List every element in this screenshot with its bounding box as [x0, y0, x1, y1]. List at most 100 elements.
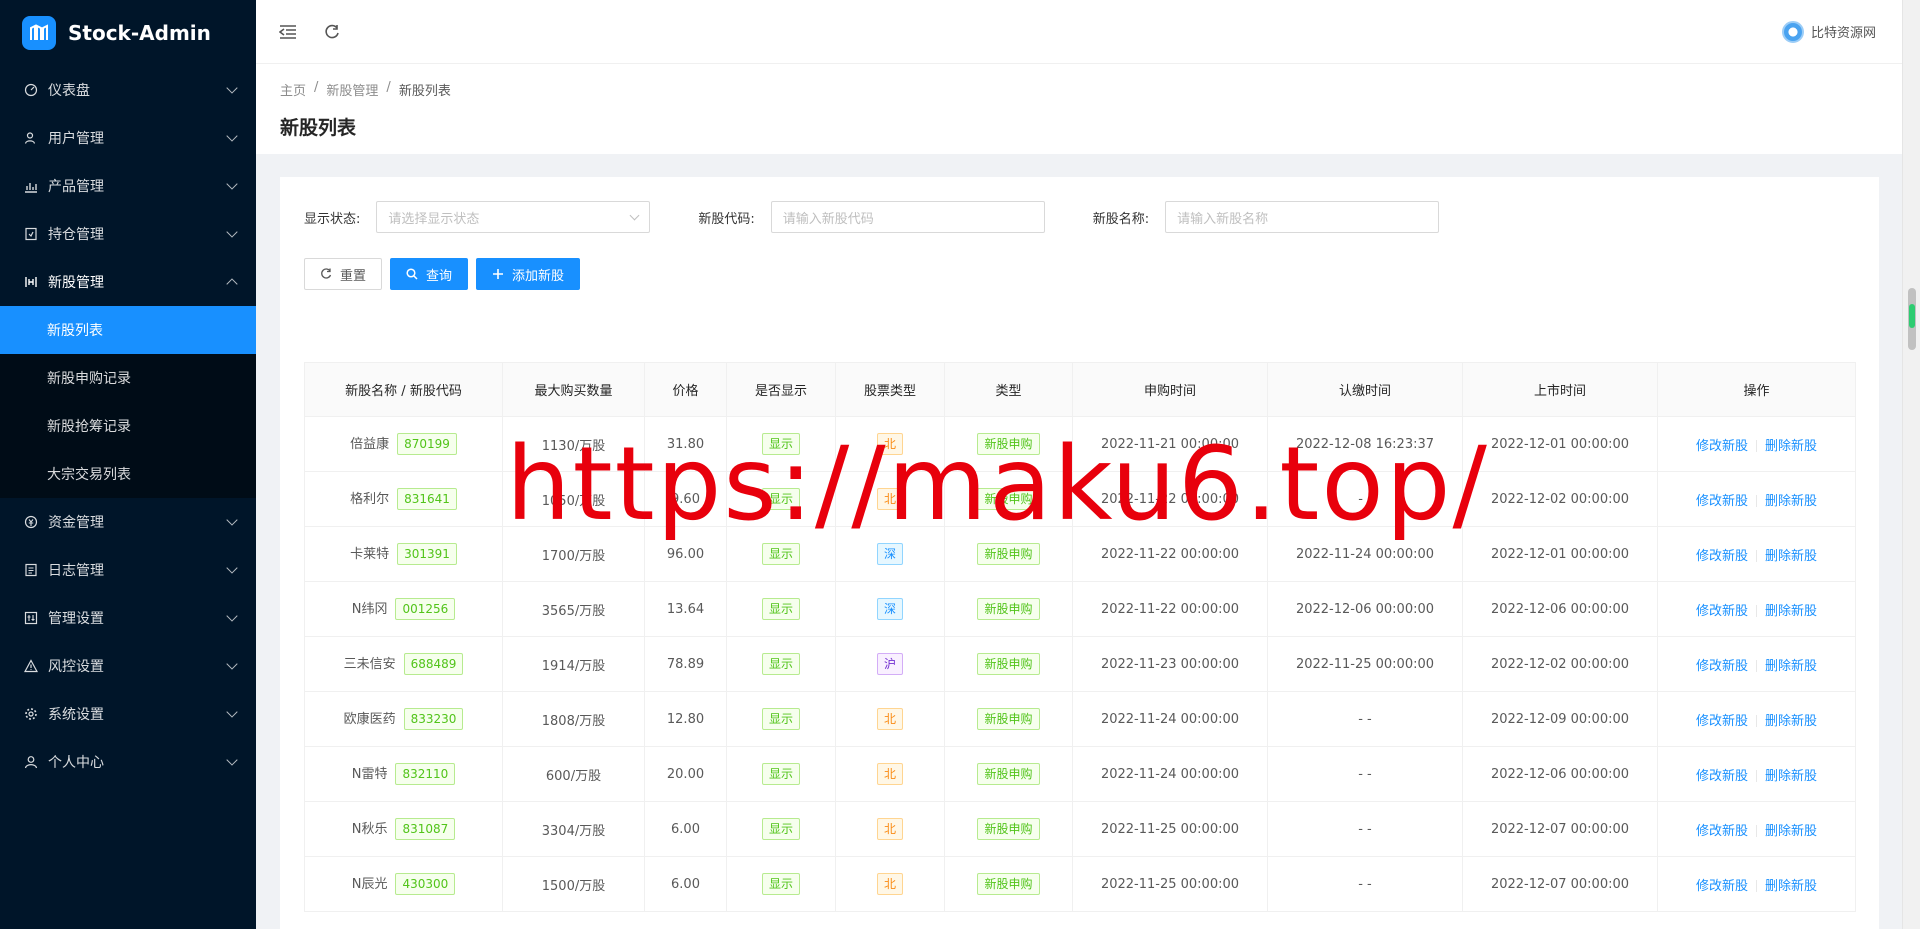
delete-stock-link[interactable]: 删除新股 — [1765, 714, 1817, 729]
user-menu[interactable]: 比特资源网 — [1781, 20, 1876, 43]
apply-time-cell: 2022-11-24 00:00:00 — [1072, 746, 1268, 802]
sidebar-item-log[interactable]: 日志管理 — [0, 546, 256, 594]
max-qty-cell: 1500/万股 — [502, 856, 645, 912]
stock-name: 卡莱特 — [350, 546, 390, 562]
status-field: 显示状态: 请选择显示状态 — [304, 201, 651, 233]
pay-time-cell: - - — [1267, 801, 1463, 857]
chevron-down-icon — [629, 210, 640, 220]
stock-code-tag: 301391 — [397, 543, 457, 566]
apply-time-cell: 2022-11-22 00:00:00 — [1072, 581, 1268, 637]
market-cell: 北 — [835, 416, 945, 472]
sidebar-item-person[interactable]: 个人中心 — [0, 738, 256, 786]
chevron-up-icon — [226, 278, 238, 290]
show-status-tag: 显示 — [761, 433, 800, 455]
chart-icon — [24, 179, 38, 193]
sidebar-item-label: 用户管理 — [48, 131, 104, 147]
warning-icon — [24, 659, 38, 673]
status-select[interactable]: 请选择显示状态 — [376, 201, 651, 233]
sidebar-item-ipo[interactable]: 新股管理 — [0, 258, 256, 306]
position-icon — [24, 227, 38, 241]
edit-stock-link[interactable]: 修改新股 — [1696, 439, 1748, 454]
query-button[interactable]: 查询 — [390, 258, 469, 290]
chevron-down-icon — [226, 658, 238, 670]
sidebar-item-gear[interactable]: 系统设置 — [0, 690, 256, 738]
submenu-item[interactable]: 大宗交易列表 — [0, 450, 256, 498]
edit-stock-link[interactable]: 修改新股 — [1696, 824, 1748, 839]
name-input[interactable]: 请输入新股名称 — [1165, 201, 1440, 233]
market-tag: 北 — [876, 818, 903, 840]
chevron-down-icon — [226, 130, 238, 142]
stock-name: 欧康医药 — [343, 711, 396, 727]
menu-fold-icon[interactable] — [276, 20, 300, 44]
type-cell: 新股申购 — [944, 471, 1073, 527]
list-time-cell: 2022-12-09 00:00:00 — [1462, 691, 1658, 747]
edit-stock-link[interactable]: 修改新股 — [1696, 769, 1748, 784]
add-stock-button[interactable]: 添加新股 — [476, 258, 581, 290]
edit-stock-link[interactable]: 修改新股 — [1696, 549, 1748, 564]
code-input[interactable]: 请输入新股代码 — [770, 201, 1045, 233]
delete-stock-link[interactable]: 删除新股 — [1765, 439, 1817, 454]
sidebar-menu: 仪表盘用户管理产品管理持仓管理 新股管理 新股列表 新股申购记录 新股抢筹记录 大宗交易列… — [0, 66, 256, 786]
chevron-down-icon — [226, 514, 238, 526]
sidebar-item-chart[interactable]: 产品管理 — [0, 162, 256, 210]
list-time-cell: 2022-12-06 00:00:00 — [1462, 581, 1658, 637]
show-cell: 显示 — [726, 471, 836, 527]
max-qty-cell: 3304/万股 — [502, 801, 645, 857]
money-icon — [24, 515, 38, 529]
log-icon — [24, 563, 38, 577]
stock-code-tag: 832110 — [395, 763, 456, 786]
delete-stock-link[interactable]: 删除新股 — [1765, 549, 1817, 564]
show-cell: 显示 — [726, 416, 836, 472]
sidebar-item-label: 个人中心 — [48, 755, 104, 771]
edit-stock-link[interactable]: 修改新股 — [1696, 494, 1748, 509]
sidebar-item-dashboard[interactable]: 仪表盘 — [0, 66, 256, 114]
reset-button[interactable]: 重置 — [304, 258, 383, 290]
delete-stock-link[interactable]: 删除新股 — [1765, 659, 1817, 674]
submenu-item[interactable]: 新股列表 — [0, 306, 256, 354]
edit-stock-link[interactable]: 修改新股 — [1696, 714, 1748, 729]
edit-stock-link[interactable]: 修改新股 — [1696, 659, 1748, 674]
sidebar-item-position[interactable]: 持仓管理 — [0, 210, 256, 258]
edit-stock-link[interactable]: 修改新股 — [1696, 604, 1748, 619]
ops-divider — [1756, 825, 1757, 837]
logo[interactable]: Stock-Admin — [0, 0, 256, 66]
scrollbar-thumb[interactable] — [1908, 288, 1916, 350]
column-header: 类型 — [944, 362, 1073, 417]
sidebar-item-admin-settings[interactable]: 管理设置 — [0, 594, 256, 642]
sidebar-item-label: 产品管理 — [48, 179, 104, 195]
breadcrumb-home[interactable]: 主页 — [280, 80, 306, 99]
pay-time-cell: - - — [1267, 691, 1463, 747]
page-header: 主页 / 新股管理 / 新股列表 新股列表 — [256, 64, 1902, 154]
table-row: 格利尔 831641 1050/万股 9.60 显示 北 新股申购 2022-11-22 00… — [304, 471, 1856, 527]
delete-stock-link[interactable]: 删除新股 — [1765, 769, 1817, 784]
price-cell: 78.89 — [644, 636, 727, 692]
reload-icon — [321, 268, 332, 279]
pay-time-cell: 2022-11-24 00:00:00 — [1267, 526, 1463, 582]
market-tag: 深 — [876, 543, 903, 565]
apply-time-cell: 2022-11-24 00:00:00 — [1072, 691, 1268, 747]
sidebar-item-money[interactable]: 资金管理 — [0, 498, 256, 546]
submenu-item[interactable]: 新股抢筹记录 — [0, 402, 256, 450]
edit-stock-link[interactable]: 修改新股 — [1696, 879, 1748, 894]
apply-time-cell: 2022-11-25 00:00:00 — [1072, 801, 1268, 857]
table-header-row: 新股名称 / 新股代码 最大购买数量 价格 是否显示 股票类型 类型 申购时间 认缴时间 上市时… — [304, 362, 1856, 417]
breadcrumb-parent[interactable]: 新股管理 — [326, 80, 378, 99]
status-label: 显示状态: — [304, 211, 361, 227]
refresh-icon[interactable] — [320, 20, 344, 44]
breadcrumb: 主页 / 新股管理 / 新股列表 — [280, 64, 1902, 99]
type-cell: 新股申购 — [944, 746, 1073, 802]
price-cell: 6.00 — [644, 801, 727, 857]
stock-code-tag: 831641 — [397, 488, 457, 511]
delete-stock-link[interactable]: 删除新股 — [1765, 494, 1817, 509]
sidebar-item-user-manage[interactable]: 用户管理 — [0, 114, 256, 162]
delete-stock-link[interactable]: 删除新股 — [1765, 879, 1817, 894]
stock-name: N纬冈 — [351, 601, 388, 617]
delete-stock-link[interactable]: 删除新股 — [1765, 604, 1817, 619]
page-scrollbar[interactable] — [1902, 0, 1920, 929]
pay-time-cell: - - — [1267, 746, 1463, 802]
sidebar-item-warning[interactable]: 风控设置 — [0, 642, 256, 690]
top-header: 比特资源网 — [256, 0, 1902, 64]
delete-stock-link[interactable]: 删除新股 — [1765, 824, 1817, 839]
apply-time-cell: 2022-11-23 00:00:00 — [1072, 636, 1268, 692]
submenu-item[interactable]: 新股申购记录 — [0, 354, 256, 402]
